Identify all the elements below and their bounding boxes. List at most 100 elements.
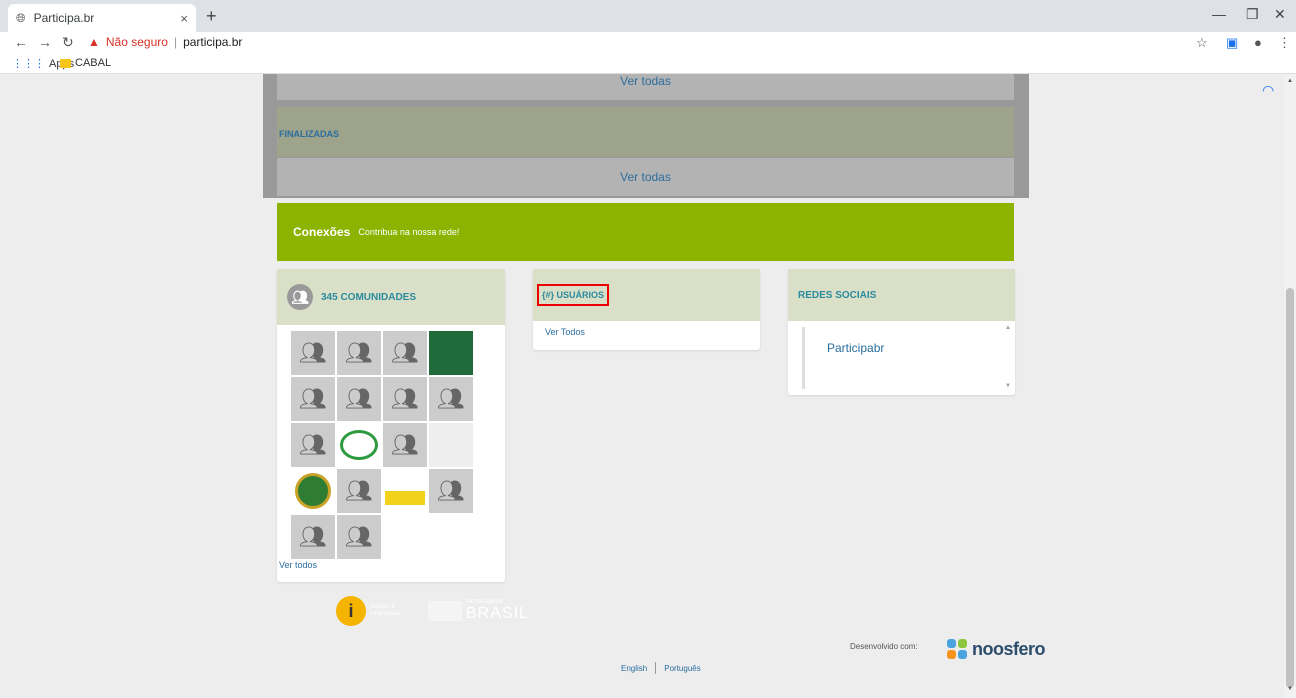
noosfero-logo[interactable]: noosfero: [946, 638, 1046, 660]
back-icon[interactable]: ←: [14, 34, 28, 50]
lang-divider: [655, 662, 657, 674]
community-thumb[interactable]: 👥︎: [383, 331, 427, 375]
banner-title: Conexões: [293, 225, 351, 239]
url-separator: |: [173, 35, 178, 49]
maximize-icon[interactable]: ❐: [1246, 6, 1259, 23]
social-feed[interactable]: Participabr: [802, 327, 1002, 389]
developed-by-label: Desenvolvido com:: [850, 642, 918, 651]
people-icon: 👥︎: [437, 386, 465, 411]
translate-icon[interactable]: ▣: [1226, 35, 1238, 51]
community-thumb[interactable]: 👥︎: [383, 377, 427, 421]
community-logo-image: [340, 430, 378, 460]
community-thumb[interactable]: 👥︎: [337, 515, 381, 559]
community-thumb[interactable]: 👥︎: [429, 377, 473, 421]
community-logo-image: [429, 423, 473, 467]
community-thumb[interactable]: [383, 469, 427, 513]
ver-todas-top-link[interactable]: Ver todas: [620, 74, 671, 88]
globe-icon: 🌐︎: [16, 10, 26, 25]
people-icon: 👥︎: [437, 478, 465, 503]
people-icon: 👥︎: [299, 340, 327, 365]
community-thumb[interactable]: [291, 469, 335, 513]
new-tab-button[interactable]: +: [206, 6, 217, 27]
social-header: REDES SOCIAIS: [788, 269, 1015, 321]
ver-todas-mid-link[interactable]: Ver todas: [620, 170, 671, 184]
community-thumb[interactable]: [337, 423, 381, 467]
people-icon: 👥︎: [299, 432, 327, 457]
people-icon: 👥︎: [345, 478, 373, 503]
folder-icon: [60, 58, 71, 68]
lang-english-link[interactable]: English: [621, 664, 647, 673]
noosfero-mark-icon: [946, 638, 968, 660]
warning-icon: ▲: [88, 35, 100, 49]
scroll-thumb[interactable]: [1286, 288, 1294, 688]
loading-spinner-icon: ◠: [1262, 82, 1275, 98]
users-ver-todos-link[interactable]: Ver Todos: [545, 327, 585, 337]
conexoes-banner: Conexões Contribua na nossa rede!: [277, 203, 1014, 261]
bookmark-star-icon[interactable]: ☆: [1196, 35, 1208, 51]
social-card: REDES SOCIAIS Participabr ▲ ▼: [788, 269, 1015, 395]
community-logo-image: [429, 331, 473, 375]
info-logo-icon[interactable]: i: [336, 596, 366, 626]
community-thumb[interactable]: [429, 423, 473, 467]
ver-todas-mid-row[interactable]: Ver todas: [277, 158, 1014, 196]
noosfero-text: noosfero: [972, 638, 1046, 659]
scroll-down-icon[interactable]: ▼: [1287, 686, 1293, 692]
community-thumb[interactable]: 👥︎: [337, 331, 381, 375]
communities-header: 👥︎ 345 COMUNIDADES: [277, 269, 505, 325]
people-icon: 👥︎: [299, 524, 327, 549]
communities-ver-todos-link[interactable]: Ver todos: [279, 560, 317, 570]
forward-icon[interactable]: →: [38, 34, 52, 50]
community-thumb[interactable]: 👥︎: [337, 469, 381, 513]
page-viewport: Ver todas FINALIZADAS Ver todas Conexões…: [0, 74, 1284, 698]
footer-logos: i Acesso à Informação PÁTRIA AMADA BRASI…: [336, 596, 529, 626]
communities-title[interactable]: 345 COMUNIDADES: [321, 292, 416, 303]
minimize-icon[interactable]: —: [1212, 6, 1226, 22]
users-header: {#} USUÁRIOS: [533, 269, 760, 321]
menu-dots-icon[interactable]: ⋮: [1278, 35, 1291, 51]
finalizadas-header: FINALIZADAS: [277, 107, 1014, 157]
community-group-icon: 👥︎: [287, 284, 313, 310]
url-field[interactable]: ▲ Não seguro | participa.br: [88, 35, 242, 49]
community-thumb[interactable]: 👥︎: [291, 377, 335, 421]
feed-scroll-up-icon[interactable]: ▲: [1005, 325, 1011, 331]
bookmark-label: CABAL: [75, 57, 112, 69]
close-window-icon[interactable]: ✕: [1274, 6, 1286, 23]
community-thumb[interactable]: 👥︎: [337, 377, 381, 421]
users-title[interactable]: {#} USUÁRIOS: [537, 284, 610, 306]
communities-card: 👥︎ 345 COMUNIDADES 👥︎ 👥︎ 👥︎ 👥︎ 👥︎ 👥︎ 👥︎ …: [277, 269, 505, 582]
address-bar-row: ← → ↻ ▲ Não seguro | participa.br ☆ ▣ ● …: [0, 32, 1296, 54]
scroll-up-icon[interactable]: ▲: [1287, 78, 1293, 84]
community-thumb[interactable]: 👥︎: [291, 331, 335, 375]
ver-todas-top-row[interactable]: Ver todas: [277, 74, 1014, 100]
profile-avatar[interactable]: ●: [1254, 35, 1262, 50]
community-thumb[interactable]: 👥︎: [291, 423, 335, 467]
people-icon: 👥︎: [299, 386, 327, 411]
reload-icon[interactable]: ↻: [62, 34, 74, 51]
community-thumb[interactable]: 👥︎: [383, 423, 427, 467]
info-logo-text: Acesso à Informação: [370, 603, 401, 617]
people-icon: 👥︎: [345, 386, 373, 411]
brasil-swoosh-icon: [428, 601, 462, 621]
brasil-logo[interactable]: PÁTRIA AMADA BRASIL: [428, 599, 529, 623]
language-switcher: English Português: [621, 662, 701, 674]
browser-tab[interactable]: 🌐︎ Participa.br ×: [8, 4, 196, 32]
users-card: {#} USUÁRIOS Ver Todos: [533, 269, 760, 350]
people-icon: 👥︎: [391, 432, 419, 457]
community-thumb[interactable]: 👥︎: [291, 515, 335, 559]
lang-portugues-link[interactable]: Português: [664, 664, 700, 673]
apps-grid-icon: ⋮⋮⋮: [12, 58, 45, 70]
feed-scroll-down-icon[interactable]: ▼: [1005, 383, 1011, 389]
community-thumb[interactable]: 👥︎: [429, 469, 473, 513]
security-status: Não seguro: [105, 35, 168, 49]
community-thumb[interactable]: [429, 331, 473, 375]
people-icon: 👥︎: [345, 340, 373, 365]
page-scrollbar[interactable]: ▲ ▼: [1284, 74, 1296, 698]
people-icon: 👥︎: [391, 340, 419, 365]
finalizadas-label: FINALIZADAS: [279, 129, 339, 139]
bookmark-cabal[interactable]: CABAL: [60, 57, 111, 69]
banner-subtitle: Contribua na nossa rede!: [358, 227, 460, 237]
bookmarks-bar: ⋮⋮⋮ Apps CABAL: [0, 54, 1296, 74]
close-tab-icon[interactable]: ×: [180, 11, 188, 26]
brasil-big-text: BRASIL: [466, 605, 529, 622]
participabr-link[interactable]: Participabr: [827, 341, 884, 355]
